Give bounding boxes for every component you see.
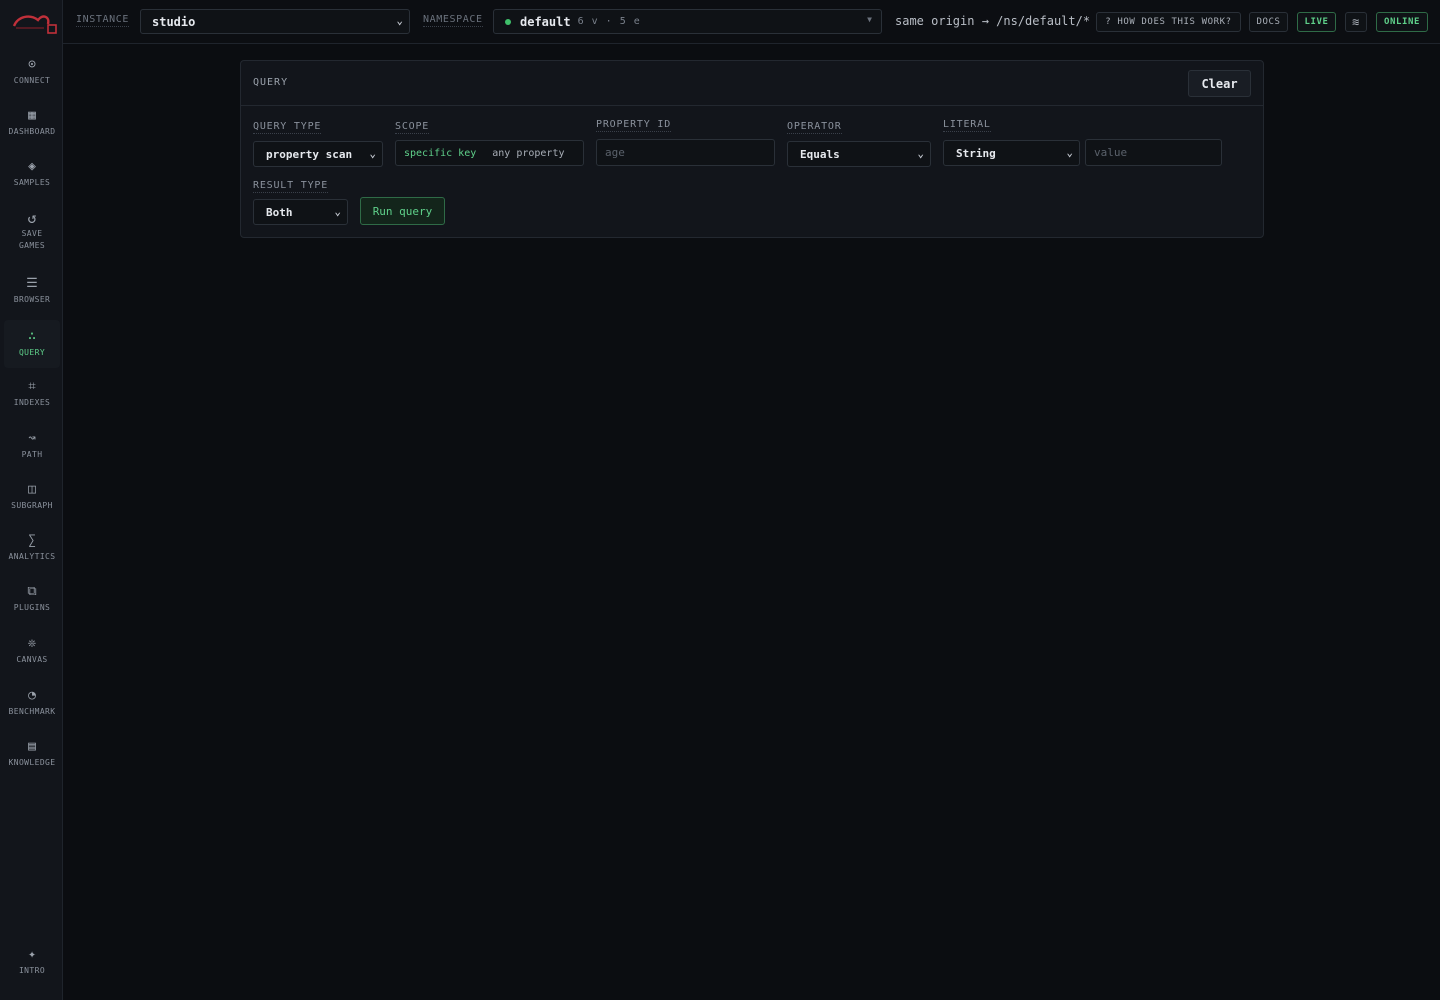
sidebar-item-label: SUBGRAPH	[11, 501, 53, 510]
namespace-counts: 6 v · 5 e	[577, 16, 641, 27]
query-icon: ∴	[28, 329, 36, 344]
analytics-icon: ∑	[28, 533, 36, 548]
app-logo[interactable]	[6, 8, 58, 36]
panel-title: QUERY	[253, 77, 289, 88]
scope-option-any-property[interactable]: any property	[484, 148, 572, 159]
sidebar-item-label: PLUGINS	[13, 603, 51, 612]
sidebar-item-knowledge[interactable]: ▤ KNOWLEDGE	[4, 739, 60, 771]
sidebar-item-benchmark[interactable]: ◔ BENCHMARK	[4, 688, 60, 720]
knowledge-icon: ▤	[28, 739, 36, 754]
subgraph-icon: ◫	[28, 482, 36, 497]
operator-value: Equals	[800, 147, 840, 161]
sidebar-item-label: INDEXES	[13, 398, 51, 407]
sidebar-item-samples[interactable]: ◈ SAMPLES	[4, 159, 60, 191]
sidebar-item-analytics[interactable]: ∑ ANALYTICS	[4, 533, 60, 565]
query-type-label: QUERY TYPE	[253, 121, 322, 134]
sidebar-item-label: PATH	[21, 450, 43, 459]
sidebar-item-label: BENCHMARK	[8, 707, 56, 716]
sidebar-item-label: DASHBOARD	[8, 127, 56, 136]
plugins-icon: ⧉	[27, 584, 37, 599]
run-query-button[interactable]: Run query	[360, 197, 445, 225]
sidebar-item-label: BROWSER	[13, 295, 51, 304]
status-dot	[505, 18, 511, 25]
instance-label: INSTANCE	[76, 14, 129, 27]
sidebar: ⊙ CONNECT ▦ DASHBOARD ◈ SAMPLES ↺ SAVE G…	[0, 0, 63, 1000]
scope-toggle: specific key any property	[395, 140, 584, 166]
sidebar-item-label: KNOWLEDGE	[8, 758, 56, 767]
topbar: INSTANCE studio ⌄ NAMESPACE default 6 v …	[63, 0, 1440, 44]
chevron-down-icon: ⌄	[917, 147, 924, 160]
theme-toggle-icon[interactable]: ≋	[1345, 12, 1367, 32]
literal-value-placeholder: value	[1094, 146, 1128, 159]
sidebar-item-intro[interactable]: ✦ INTRO	[4, 947, 60, 979]
sidebar-item-label: SAMPLES	[13, 178, 51, 187]
property-id-placeholder: age	[605, 146, 625, 159]
query-type-select[interactable]: property scan ⌄	[253, 141, 383, 167]
scope-label: SCOPE	[395, 121, 430, 134]
canvas-icon: ❊	[28, 636, 36, 651]
sidebar-item-label: SAVE GAMES	[18, 229, 46, 250]
sidebar-item-save-games[interactable]: ↺ SAVE GAMES	[4, 210, 60, 256]
sidebar-item-indexes[interactable]: ⌗ INDEXES	[4, 379, 60, 411]
literal-type-value: String	[956, 146, 996, 160]
property-id-label: PROPERTY ID	[596, 119, 672, 132]
connect-icon: ⊙	[28, 57, 36, 72]
sidebar-item-plugins[interactable]: ⧉ PLUGINS	[4, 584, 60, 616]
sidebar-item-canvas[interactable]: ❊ CANVAS	[4, 636, 60, 668]
docs-button[interactable]: DOCS	[1249, 12, 1288, 32]
live-button[interactable]: LIVE	[1297, 12, 1336, 32]
namespace-label: NAMESPACE	[423, 14, 483, 27]
sidebar-item-query[interactable]: ∴ QUERY	[4, 320, 60, 368]
scope-option-specific-key[interactable]: specific key	[396, 148, 484, 159]
sidebar-item-label: CANVAS	[16, 655, 48, 664]
path-icon: ↝	[28, 431, 36, 446]
sidebar-item-label: QUERY	[18, 348, 46, 357]
online-status-badge: ONLINE	[1376, 12, 1428, 32]
sidebar-item-dashboard[interactable]: ▦ DASHBOARD	[4, 108, 60, 140]
result-type-select[interactable]: Both ⌄	[253, 199, 348, 225]
instance-value: studio	[152, 14, 196, 29]
query-panel-header: QUERY Clear	[241, 61, 1263, 106]
benchmark-icon: ◔	[28, 688, 36, 703]
result-type-label: RESULT TYPE	[253, 180, 329, 193]
namespace-value: default	[520, 14, 571, 29]
chevron-down-icon: ⌄	[1066, 146, 1073, 159]
query-type-value: property scan	[266, 147, 353, 161]
sidebar-item-label: CONNECT	[13, 76, 51, 85]
chevron-down-icon: ⌄	[396, 14, 403, 27]
sparkle-icon: ✦	[28, 947, 36, 962]
caret-down-icon: ▼	[867, 15, 872, 24]
literal-label: LITERAL	[943, 119, 991, 132]
literal-type-select[interactable]: String ⌄	[943, 140, 1080, 166]
sidebar-item-label: ANALYTICS	[8, 552, 56, 561]
namespace-select[interactable]: default 6 v · 5 e ▼	[493, 9, 882, 34]
literal-value-input[interactable]: value	[1085, 139, 1222, 166]
origin-route: same origin → /ns/default/*	[895, 14, 1091, 28]
save-games-icon: ↺	[27, 209, 37, 227]
result-type-value: Both	[266, 205, 293, 219]
indexes-icon: ⌗	[28, 379, 36, 394]
sidebar-item-connect[interactable]: ⊙ CONNECT	[4, 57, 60, 89]
samples-icon: ◈	[28, 159, 36, 174]
dashboard-icon: ▦	[28, 108, 36, 123]
sidebar-item-path[interactable]: ↝ PATH	[4, 431, 60, 463]
operator-select[interactable]: Equals ⌄	[787, 141, 931, 167]
instance-select[interactable]: studio ⌄	[140, 9, 410, 34]
query-panel: QUERY Clear QUERY TYPE property scan ⌄ S…	[240, 60, 1264, 238]
chevron-down-icon: ⌄	[334, 205, 341, 218]
chevron-down-icon: ⌄	[369, 147, 376, 160]
sidebar-item-label: INTRO	[18, 966, 46, 975]
sidebar-item-subgraph[interactable]: ◫ SUBGRAPH	[4, 482, 60, 514]
operator-label: OPERATOR	[787, 121, 842, 134]
property-id-input[interactable]: age	[596, 139, 775, 166]
browser-icon: ☰	[26, 276, 38, 291]
sidebar-item-browser[interactable]: ☰ BROWSER	[4, 276, 60, 308]
clear-button[interactable]: Clear	[1188, 70, 1251, 97]
help-button[interactable]: ? HOW DOES THIS WORK?	[1096, 12, 1241, 32]
